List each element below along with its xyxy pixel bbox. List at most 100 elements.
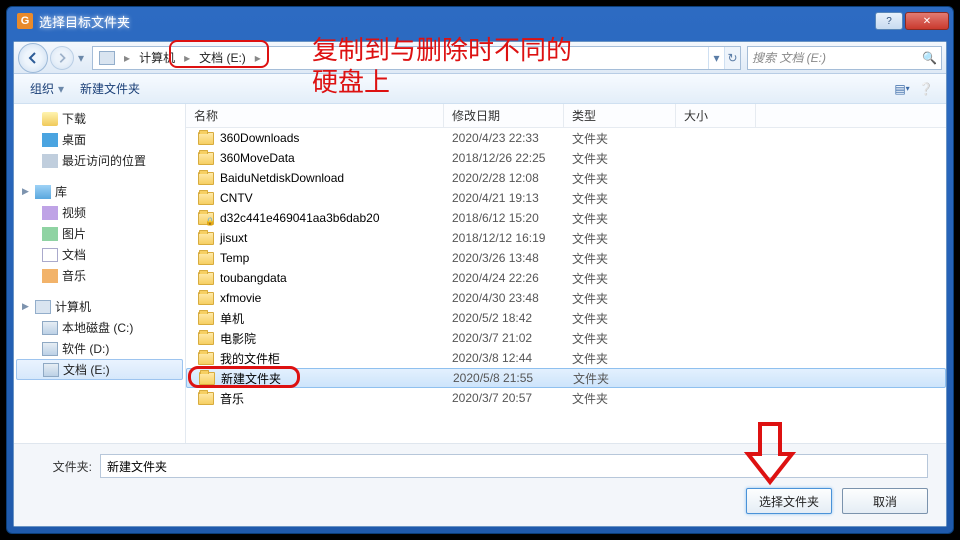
- help-icon[interactable]: ❔: [914, 78, 938, 100]
- dialog-body: ▾ ▸ 计算机 ▸ 文档 (E:) ▸ ▾ ↻ 搜索 文档 (E:) 🔍: [13, 41, 947, 527]
- folder-icon: [198, 172, 214, 185]
- file-name: 360Downloads: [220, 131, 299, 145]
- file-name: 我的文件柜: [220, 350, 280, 367]
- file-date: 2020/4/23 22:33: [444, 131, 564, 145]
- breadcrumb-bar[interactable]: ▸ 计算机 ▸ 文档 (E:) ▸ ▾ ↻: [92, 46, 741, 70]
- tree-documents[interactable]: 文档: [14, 244, 185, 265]
- folder-icon: [198, 272, 214, 285]
- file-list: 名称 修改日期 类型 大小 360Downloads 2020/4/23 22:3…: [186, 104, 946, 443]
- crumb-computer[interactable]: 计算机: [133, 47, 181, 69]
- col-type[interactable]: 类型: [564, 104, 676, 127]
- file-date: 2020/5/8 21:55: [445, 371, 565, 385]
- tree-drive-d[interactable]: 软件 (D:): [14, 338, 185, 359]
- file-type: 文件夹: [564, 350, 676, 367]
- expand-icon: ▶: [22, 186, 31, 197]
- file-date: 2020/4/30 23:48: [444, 291, 564, 305]
- breadcrumb-dropdown[interactable]: ▾: [708, 47, 724, 69]
- arrow-right-icon: [56, 52, 68, 64]
- recent-icon: [42, 154, 58, 168]
- file-type: 文件夹: [564, 150, 676, 167]
- desktop-icon: [42, 133, 58, 147]
- back-button[interactable]: [18, 43, 48, 73]
- search-icon: 🔍: [922, 51, 937, 65]
- list-item[interactable]: xfmovie2020/4/30 23:48文件夹: [186, 288, 946, 308]
- tree-drive-e[interactable]: 文档 (E:): [16, 359, 183, 380]
- file-type: 文件夹: [564, 190, 676, 207]
- col-name[interactable]: 名称: [186, 104, 444, 127]
- list-item[interactable]: 音乐 2020/3/7 20:57文件夹: [186, 388, 946, 408]
- list-item[interactable]: CNTV2020/4/21 19:13文件夹: [186, 188, 946, 208]
- video-icon: [42, 206, 58, 220]
- chevron-right-icon[interactable]: ▸: [252, 47, 264, 69]
- list-item[interactable]: Temp2020/3/26 13:48文件夹: [186, 248, 946, 268]
- tree-drive-c[interactable]: 本地磁盘 (C:): [14, 317, 185, 338]
- file-name: 单机: [220, 310, 244, 327]
- tree-recent[interactable]: 最近访问的位置: [14, 150, 185, 171]
- app-icon: G: [17, 13, 33, 29]
- col-date[interactable]: 修改日期: [444, 104, 564, 127]
- file-name: 音乐: [220, 390, 244, 407]
- folder-icon: [198, 252, 214, 265]
- file-name: d32c441e469041aa3b6dab20: [220, 211, 380, 225]
- select-folder-button[interactable]: 选择文件夹: [746, 488, 832, 514]
- list-item[interactable]: d32c441e469041aa3b6dab202018/6/12 15:20文…: [186, 208, 946, 228]
- new-folder-button[interactable]: 新建文件夹: [72, 76, 148, 101]
- file-type: 文件夹: [564, 290, 676, 307]
- chevron-right-icon[interactable]: ▸: [121, 47, 133, 69]
- list-item[interactable]: 360Downloads2020/4/23 22:33文件夹: [186, 128, 946, 148]
- chevron-right-icon[interactable]: ▸: [181, 47, 193, 69]
- refresh-button[interactable]: ↻: [724, 47, 740, 69]
- forward-button[interactable]: [50, 46, 74, 70]
- drive-icon: [42, 342, 58, 356]
- download-icon: [42, 112, 58, 126]
- tree-videos[interactable]: 视频: [14, 202, 185, 223]
- tree-downloads[interactable]: 下载: [14, 108, 185, 129]
- file-type: 文件夹: [564, 270, 676, 287]
- organize-menu[interactable]: 组织▾: [22, 76, 72, 101]
- folder-icon: [199, 372, 215, 385]
- file-type: 文件夹: [564, 390, 676, 407]
- file-rows[interactable]: 360Downloads2020/4/23 22:33文件夹360MoveDat…: [186, 128, 946, 443]
- titlebar[interactable]: G 选择目标文件夹 ? ✕: [7, 7, 953, 35]
- tree-desktop[interactable]: 桌面: [14, 129, 185, 150]
- picture-icon: [42, 227, 58, 241]
- cancel-button[interactable]: 取消: [842, 488, 928, 514]
- file-type: 文件夹: [564, 250, 676, 267]
- search-input[interactable]: 搜索 文档 (E:) 🔍: [747, 46, 942, 70]
- file-date: 2018/12/12 16:19: [444, 231, 564, 245]
- folder-name-input[interactable]: [100, 454, 928, 478]
- tree-computer[interactable]: ▶计算机: [14, 296, 185, 317]
- col-size[interactable]: 大小: [676, 104, 756, 127]
- view-options-button[interactable]: ▤ ▾: [890, 78, 914, 100]
- list-item[interactable]: toubangdata2020/4/24 22:26文件夹: [186, 268, 946, 288]
- file-name: CNTV: [220, 191, 253, 205]
- close-button[interactable]: ✕: [905, 12, 949, 30]
- folder-icon: [198, 132, 214, 145]
- breadcrumb-root-icon[interactable]: [93, 47, 121, 69]
- help-button[interactable]: ?: [875, 12, 903, 30]
- nav-history-dropdown[interactable]: ▾: [76, 51, 86, 65]
- window-controls: ? ✕: [873, 12, 949, 30]
- column-headers[interactable]: 名称 修改日期 类型 大小: [186, 104, 946, 128]
- list-item[interactable]: BaiduNetdiskDownload2020/2/28 12:08文件夹: [186, 168, 946, 188]
- file-date: 2018/12/26 22:25: [444, 151, 564, 165]
- folder-icon: [198, 392, 214, 405]
- file-date: 2020/3/7 21:02: [444, 331, 564, 345]
- tree-libraries[interactable]: ▶库: [14, 181, 185, 202]
- file-date: 2020/3/7 20:57: [444, 391, 564, 405]
- list-item[interactable]: 我的文件柜 2020/3/8 12:44文件夹: [186, 348, 946, 368]
- list-item[interactable]: 360MoveData2018/12/26 22:25文件夹: [186, 148, 946, 168]
- list-item[interactable]: jisuxt2018/12/12 16:19文件夹: [186, 228, 946, 248]
- list-item[interactable]: 新建文件夹2020/5/8 21:55文件夹: [186, 368, 946, 388]
- nav-tree[interactable]: 下载 桌面 最近访问的位置 ▶库 视频 图片 文档 音乐 ▶计算机 本地磁盘 (…: [14, 104, 186, 443]
- file-name: toubangdata: [220, 271, 287, 285]
- tree-pictures[interactable]: 图片: [14, 223, 185, 244]
- list-item[interactable]: 单机2020/5/2 18:42文件夹: [186, 308, 946, 328]
- list-item[interactable]: 电影院2020/3/7 21:02文件夹: [186, 328, 946, 348]
- computer-icon: [99, 51, 115, 65]
- file-date: 2018/6/12 15:20: [444, 211, 564, 225]
- crumb-drive[interactable]: 文档 (E:): [193, 47, 252, 69]
- tree-music[interactable]: 音乐: [14, 265, 185, 286]
- file-date: 2020/3/8 12:44: [444, 351, 564, 365]
- file-name: 电影院: [220, 330, 256, 347]
